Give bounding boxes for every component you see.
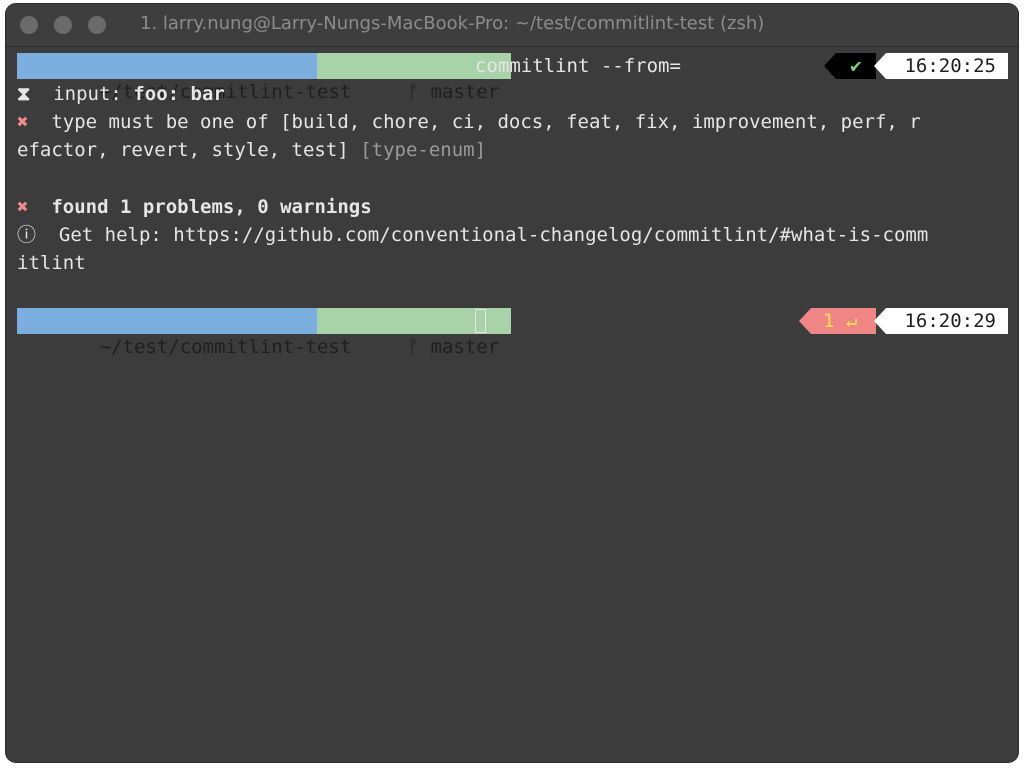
- git-branch-icon: ᚠ: [407, 81, 420, 103]
- error-line: ✖ type must be one of [build, chore, ci,…: [17, 109, 921, 135]
- exit-status-segment: 1 ↵: [811, 308, 876, 334]
- terminal-content[interactable]: ~/test/commitlint-test ᚠ master commitli…: [6, 47, 1018, 762]
- help-line: ⓘ Get help: https://github.com/conventio…: [17, 222, 928, 248]
- zoom-button[interactable]: [88, 16, 106, 34]
- help-text-2: itlint: [17, 252, 86, 274]
- info-icon: ⓘ: [17, 224, 37, 246]
- git-branch-name: master: [430, 336, 500, 358]
- terminal-window: 1. larry.nung@Larry-Nungs-MacBook-Pro: ~…: [6, 4, 1018, 762]
- error-rule: [type-enum]: [360, 139, 487, 161]
- status-arrow: [824, 53, 836, 79]
- exit-arrow: [799, 308, 811, 334]
- window-title: 1. larry.nung@Larry-Nungs-MacBook-Pro: ~…: [140, 13, 765, 34]
- prompt-dir-segment: ~/test/commitlint-test: [17, 53, 368, 103]
- prompt-time: 16:20:25: [886, 53, 1008, 79]
- prompt2-git-arrow: [450, 308, 462, 334]
- error-text-2: efactor, revert, style, test]: [17, 139, 349, 161]
- git-branch-icon: ᚠ: [407, 336, 420, 358]
- help-line-wrap: itlint: [17, 250, 86, 276]
- title-bar: 1. larry.nung@Larry-Nungs-MacBook-Pro: ~…: [6, 4, 1018, 47]
- exit-code: 1: [823, 310, 835, 332]
- close-button[interactable]: [20, 16, 38, 34]
- error-line-wrap: efactor, revert, style, test] [type-enum…: [17, 137, 486, 163]
- error-icon: ✖: [17, 111, 29, 133]
- help-text-1: Get help: https://github.com/conventiona…: [58, 224, 929, 246]
- summary-line: ✖ found 1 problems, 0 warnings: [17, 194, 372, 220]
- input-line: ⧗ input: foo: bar: [17, 81, 225, 107]
- minimize-button[interactable]: [54, 16, 72, 34]
- summary-error-icon: ✖: [17, 196, 29, 218]
- input-label: input:: [53, 83, 122, 105]
- prompt2-time: 16:20:29: [886, 308, 1008, 334]
- input-value: foo: bar: [133, 83, 225, 105]
- text-cursor[interactable]: [475, 309, 486, 333]
- time-arrow: [874, 53, 886, 79]
- prompt-git-arrow: [450, 53, 462, 79]
- return-icon: ↵: [845, 310, 858, 332]
- command-text: commitlint --from=: [475, 55, 681, 77]
- check-icon: ✔: [836, 53, 876, 79]
- summary-text: found 1 problems, 0 warnings: [51, 196, 372, 218]
- prompt2-dir: ~/test/commitlint-test: [99, 336, 352, 358]
- error-text-1: type must be one of [build, chore, ci, d…: [51, 111, 921, 133]
- prompt2-dir-segment: ~/test/commitlint-test: [17, 308, 368, 358]
- git-branch-name: master: [430, 81, 500, 103]
- time2-arrow: [874, 308, 886, 334]
- hourglass-icon: ⧗: [17, 83, 31, 105]
